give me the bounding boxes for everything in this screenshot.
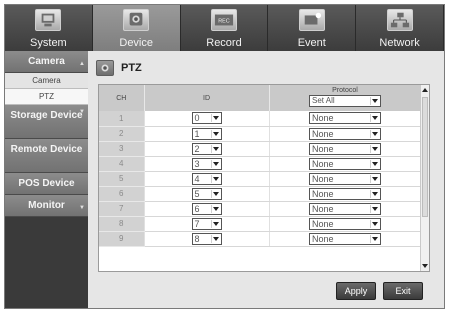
table-scrollbar[interactable] xyxy=(420,85,429,271)
id-select[interactable]: 4 xyxy=(191,172,222,185)
scroll-up-arrow-icon[interactable] xyxy=(421,86,429,94)
expand-icon: ▲ xyxy=(79,61,85,67)
tab-system[interactable]: System xyxy=(5,5,93,51)
exit-button[interactable]: Exit xyxy=(383,282,423,300)
channel-number: 2 xyxy=(99,126,145,142)
id-select[interactable]: 5 xyxy=(191,187,222,200)
id-select[interactable]: 8 xyxy=(191,232,222,245)
sidebar-item-monitor[interactable]: Monitor ▼ xyxy=(5,195,88,217)
dvr-menu-window: System Device REC Record Event Network C… xyxy=(4,4,445,309)
dropdown-arrow-icon xyxy=(210,189,220,198)
apply-button[interactable]: Apply xyxy=(336,282,376,300)
table-row: 2 1 None xyxy=(99,126,429,142)
column-header-id: ID xyxy=(144,85,270,111)
sidebar-item-remote-device[interactable]: Remote Device xyxy=(5,139,88,173)
table-row: 5 4 None xyxy=(99,171,429,187)
system-icon xyxy=(35,9,62,31)
record-icon: REC xyxy=(210,9,237,31)
tab-device[interactable]: Device xyxy=(92,5,181,51)
page-title: PTZ xyxy=(96,58,142,78)
tab-event[interactable]: Event xyxy=(268,5,357,51)
ptz-settings-panel: PTZ CH ID Protocol Set All 1 0 None 2 1 … xyxy=(88,51,444,308)
dropdown-arrow-icon xyxy=(370,219,379,228)
dropdown-arrow-icon xyxy=(370,97,379,105)
protocol-select[interactable]: None xyxy=(309,217,381,230)
id-select[interactable]: 7 xyxy=(191,217,222,230)
table-row: 3 2 None xyxy=(99,141,429,157)
protocol-set-all-select[interactable]: Set All xyxy=(309,95,381,107)
dropdown-arrow-icon xyxy=(370,114,379,123)
protocol-select[interactable]: None xyxy=(309,142,381,155)
column-header-protocol: Protocol Set All xyxy=(269,85,422,111)
sidebar-item-storage-device[interactable]: Storage Device ▼ xyxy=(5,105,88,139)
dropdown-arrow-icon xyxy=(370,144,379,153)
channel-number: 4 xyxy=(99,156,145,172)
sidebar-subitem-ptz[interactable]: PTZ xyxy=(5,89,88,105)
dropdown-arrow-icon xyxy=(370,129,379,138)
channel-number: 7 xyxy=(99,201,145,217)
protocol-select[interactable]: None xyxy=(309,202,381,215)
id-select[interactable]: 2 xyxy=(191,142,222,155)
main-menu-tabs: System Device REC Record Event Network xyxy=(5,5,444,51)
dropdown-arrow-icon xyxy=(210,129,220,138)
tab-network[interactable]: Network xyxy=(356,5,444,51)
table-row: 6 5 None xyxy=(99,186,429,202)
dropdown-arrow-icon xyxy=(210,174,220,183)
svg-text:REC: REC xyxy=(218,19,230,25)
ptz-table: CH ID Protocol Set All 1 0 None 2 1 None 3 2 Non… xyxy=(98,84,430,272)
table-row: 9 8 None xyxy=(99,231,429,247)
protocol-select[interactable]: None xyxy=(309,157,381,170)
protocol-select[interactable]: None xyxy=(309,112,381,125)
dropdown-arrow-icon xyxy=(370,189,379,198)
channel-number: 8 xyxy=(99,216,145,232)
protocol-select[interactable]: None xyxy=(309,172,381,185)
dropdown-arrow-icon xyxy=(370,204,379,213)
ptz-camera-icon xyxy=(96,60,114,76)
id-select[interactable]: 3 xyxy=(191,157,222,170)
dropdown-arrow-icon xyxy=(210,159,220,168)
sidebar-item-camera[interactable]: Camera ▲ xyxy=(5,51,88,73)
channel-number: 9 xyxy=(99,231,145,247)
dropdown-arrow-icon xyxy=(210,204,220,213)
protocol-select[interactable]: None xyxy=(309,187,381,200)
scroll-thumb[interactable] xyxy=(422,97,428,217)
channel-number: 5 xyxy=(99,171,145,187)
network-icon xyxy=(386,9,413,31)
dropdown-arrow-icon xyxy=(210,234,220,243)
sidebar-item-pos-device[interactable]: POS Device xyxy=(5,173,88,195)
channel-number: 3 xyxy=(99,141,145,157)
channel-number: 1 xyxy=(99,111,145,127)
dropdown-arrow-icon xyxy=(370,174,379,183)
event-icon xyxy=(298,9,325,31)
dropdown-arrow-icon xyxy=(210,114,220,123)
dropdown-arrow-icon xyxy=(210,144,220,153)
dropdown-arrow-icon xyxy=(210,219,220,228)
protocol-select[interactable]: None xyxy=(309,127,381,140)
table-row: 8 7 None xyxy=(99,216,429,232)
device-icon xyxy=(123,9,150,31)
sidebar-subitem-camera[interactable]: Camera xyxy=(5,73,88,89)
channel-number: 6 xyxy=(99,186,145,202)
id-select[interactable]: 0 xyxy=(191,112,222,125)
collapse-icon: ▼ xyxy=(79,109,85,115)
id-select[interactable]: 6 xyxy=(191,202,222,215)
column-header-ch: CH xyxy=(99,85,145,111)
sidebar-menu: Camera ▲ Camera PTZ Storage Device ▼ Rem… xyxy=(5,51,88,308)
table-row: 7 6 None xyxy=(99,201,429,217)
dropdown-arrow-icon xyxy=(370,234,379,243)
table-row: 1 0 None xyxy=(99,111,429,127)
id-select[interactable]: 1 xyxy=(191,127,222,140)
tab-record[interactable]: REC Record xyxy=(180,5,269,51)
protocol-select[interactable]: None xyxy=(309,232,381,245)
scroll-down-arrow-icon[interactable] xyxy=(421,262,429,270)
table-row: 4 3 None xyxy=(99,156,429,172)
collapse-icon: ▼ xyxy=(79,205,85,211)
dropdown-arrow-icon xyxy=(370,159,379,168)
